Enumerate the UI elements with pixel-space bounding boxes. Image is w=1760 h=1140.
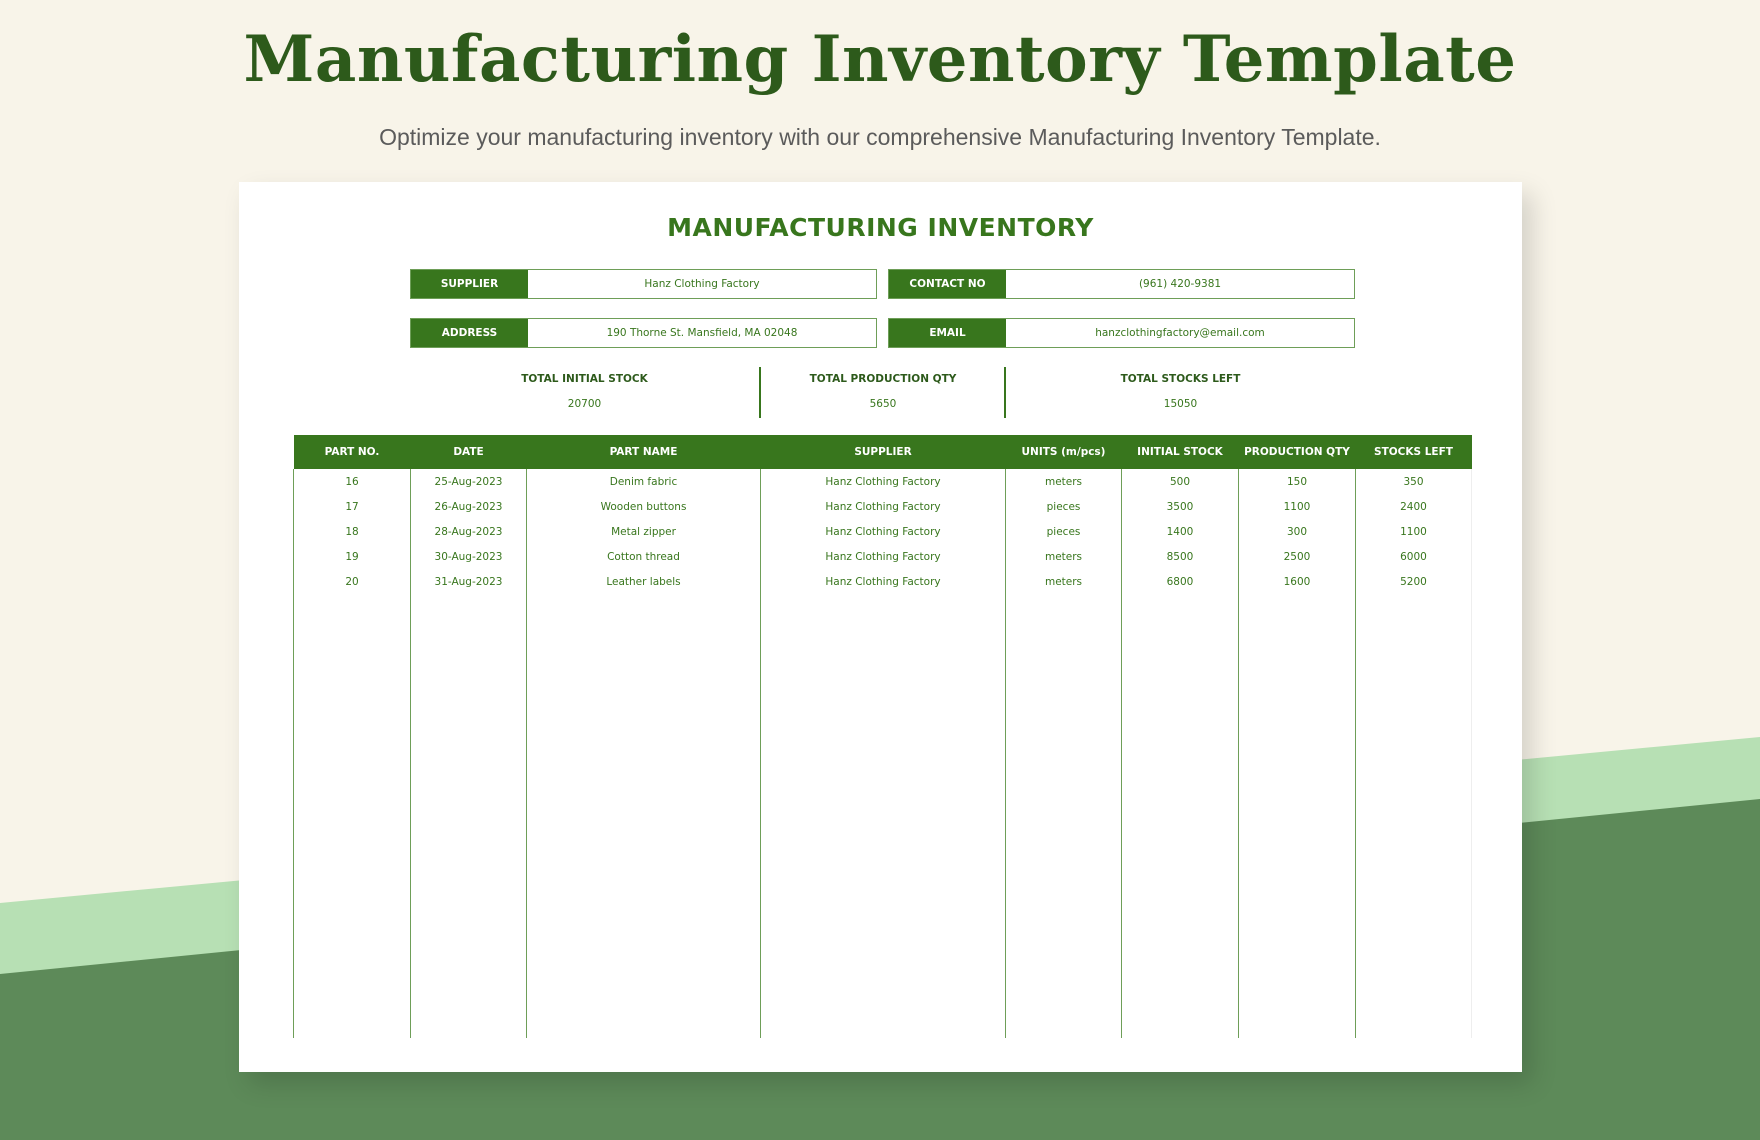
cell-units[interactable]: pieces (1005, 519, 1122, 544)
empty-cell[interactable] (1355, 594, 1472, 1038)
cell-date[interactable]: 26-Aug-2023 (410, 494, 527, 519)
cell-date[interactable]: 31-Aug-2023 (410, 569, 527, 594)
summary-label: TOTAL INITIAL STOCK (521, 373, 648, 385)
column-header-supplier[interactable]: SUPPLIER (760, 435, 1006, 469)
contact-value[interactable]: (961) 420-9381 (1006, 270, 1354, 298)
empty-table-area (293, 594, 1472, 1038)
cell-units[interactable]: pieces (1005, 494, 1122, 519)
cell-stocks-left[interactable]: 2400 (1355, 494, 1472, 519)
email-value[interactable]: hanzclothingfactory@email.com (1006, 319, 1354, 347)
cell-stocks-left[interactable]: 1100 (1355, 519, 1472, 544)
page-title: Manufacturing Inventory Template (243, 22, 1517, 97)
email-label: EMAIL (889, 319, 1006, 347)
cell-initial-stock[interactable]: 500 (1121, 469, 1239, 494)
column-header-part-no[interactable]: PART NO. (293, 435, 411, 469)
column-header-stocks-left[interactable]: STOCKS LEFT (1355, 435, 1472, 469)
summary-value: 5650 (869, 398, 897, 410)
empty-cell[interactable] (526, 594, 761, 1038)
cell-date[interactable]: 28-Aug-2023 (410, 519, 527, 544)
cell-part-name[interactable]: Metal zipper (526, 519, 761, 544)
cell-initial-stock[interactable]: 1400 (1121, 519, 1239, 544)
contact-label: CONTACT NO (889, 270, 1006, 298)
address-label: ADDRESS (411, 319, 528, 347)
empty-cell[interactable] (1005, 594, 1122, 1038)
cell-date[interactable]: 25-Aug-2023 (410, 469, 527, 494)
table-row: 17 26-Aug-2023 Wooden buttons Hanz Cloth… (293, 494, 1472, 519)
column-header-units[interactable]: UNITS (m/pcs) (1005, 435, 1122, 469)
cell-initial-stock[interactable]: 8500 (1121, 544, 1239, 569)
cell-supplier[interactable]: Hanz Clothing Factory (760, 469, 1006, 494)
cell-initial-stock[interactable]: 6800 (1121, 569, 1239, 594)
cell-stocks-left[interactable]: 6000 (1355, 544, 1472, 569)
column-header-production-qty[interactable]: PRODUCTION QTY (1238, 435, 1356, 469)
empty-cell[interactable] (1238, 594, 1356, 1038)
cell-production-qty[interactable]: 2500 (1238, 544, 1356, 569)
empty-cell[interactable] (293, 594, 411, 1038)
summary-label: TOTAL STOCKS LEFT (1120, 373, 1241, 385)
cell-supplier[interactable]: Hanz Clothing Factory (760, 544, 1006, 569)
column-header-initial-stock[interactable]: INITIAL STOCK (1121, 435, 1239, 469)
summary-total-production-qty: TOTAL PRODUCTION QTY 5650 (761, 367, 1005, 418)
supplier-value[interactable]: Hanz Clothing Factory (528, 270, 876, 298)
cell-supplier[interactable]: Hanz Clothing Factory (760, 494, 1006, 519)
email-field: EMAIL hanzclothingfactory@email.com (888, 318, 1355, 348)
column-header-part-name[interactable]: PART NAME (526, 435, 761, 469)
supplier-label: SUPPLIER (411, 270, 528, 298)
cell-initial-stock[interactable]: 3500 (1121, 494, 1239, 519)
summary-value: 15050 (1163, 398, 1198, 410)
cell-stocks-left[interactable]: 350 (1355, 469, 1472, 494)
cell-production-qty[interactable]: 1600 (1238, 569, 1356, 594)
empty-cell[interactable] (1121, 594, 1239, 1038)
cell-part-no[interactable]: 18 (293, 519, 411, 544)
cell-units[interactable]: meters (1005, 544, 1122, 569)
table-row: 18 28-Aug-2023 Metal zipper Hanz Clothin… (293, 519, 1472, 544)
table-header-row: PART NO. DATE PART NAME SUPPLIER UNITS (… (293, 435, 1472, 469)
inventory-sheet: MANUFACTURING INVENTORY SUPPLIER Hanz Cl… (239, 182, 1522, 1072)
empty-cell[interactable] (760, 594, 1006, 1038)
sheet-title: MANUFACTURING INVENTORY (667, 213, 1094, 242)
summary-label: TOTAL PRODUCTION QTY (809, 373, 957, 385)
address-value[interactable]: 190 Thorne St. Mansfield, MA 02048 (528, 319, 876, 347)
cell-part-name[interactable]: Cotton thread (526, 544, 761, 569)
summary-value: 20700 (567, 398, 602, 410)
summary-total-stocks-left: TOTAL STOCKS LEFT 15050 (1006, 367, 1355, 418)
cell-part-no[interactable]: 16 (293, 469, 411, 494)
contact-field: CONTACT NO (961) 420-9381 (888, 269, 1355, 299)
inventory-table: PART NO. DATE PART NAME SUPPLIER UNITS (… (293, 435, 1472, 1038)
cell-part-name[interactable]: Wooden buttons (526, 494, 761, 519)
summary-total-initial-stock: TOTAL INITIAL STOCK 20700 (410, 367, 759, 418)
table-row: 16 25-Aug-2023 Denim fabric Hanz Clothin… (293, 469, 1472, 494)
supplier-field: SUPPLIER Hanz Clothing Factory (410, 269, 877, 299)
cell-supplier[interactable]: Hanz Clothing Factory (760, 569, 1006, 594)
column-header-date[interactable]: DATE (410, 435, 527, 469)
table-row: 19 30-Aug-2023 Cotton thread Hanz Clothi… (293, 544, 1472, 569)
cell-part-no[interactable]: 17 (293, 494, 411, 519)
cell-units[interactable]: meters (1005, 569, 1122, 594)
cell-production-qty[interactable]: 1100 (1238, 494, 1356, 519)
cell-supplier[interactable]: Hanz Clothing Factory (760, 519, 1006, 544)
cell-production-qty[interactable]: 300 (1238, 519, 1356, 544)
address-field: ADDRESS 190 Thorne St. Mansfield, MA 020… (410, 318, 877, 348)
cell-part-no[interactable]: 20 (293, 569, 411, 594)
cell-units[interactable]: meters (1005, 469, 1122, 494)
page-subtitle: Optimize your manufacturing inventory wi… (379, 124, 1381, 150)
cell-part-name[interactable]: Leather labels (526, 569, 761, 594)
cell-stocks-left[interactable]: 5200 (1355, 569, 1472, 594)
cell-part-name[interactable]: Denim fabric (526, 469, 761, 494)
table-row: 20 31-Aug-2023 Leather labels Hanz Cloth… (293, 569, 1472, 594)
cell-production-qty[interactable]: 150 (1238, 469, 1356, 494)
cell-part-no[interactable]: 19 (293, 544, 411, 569)
cell-date[interactable]: 30-Aug-2023 (410, 544, 527, 569)
empty-cell[interactable] (410, 594, 527, 1038)
